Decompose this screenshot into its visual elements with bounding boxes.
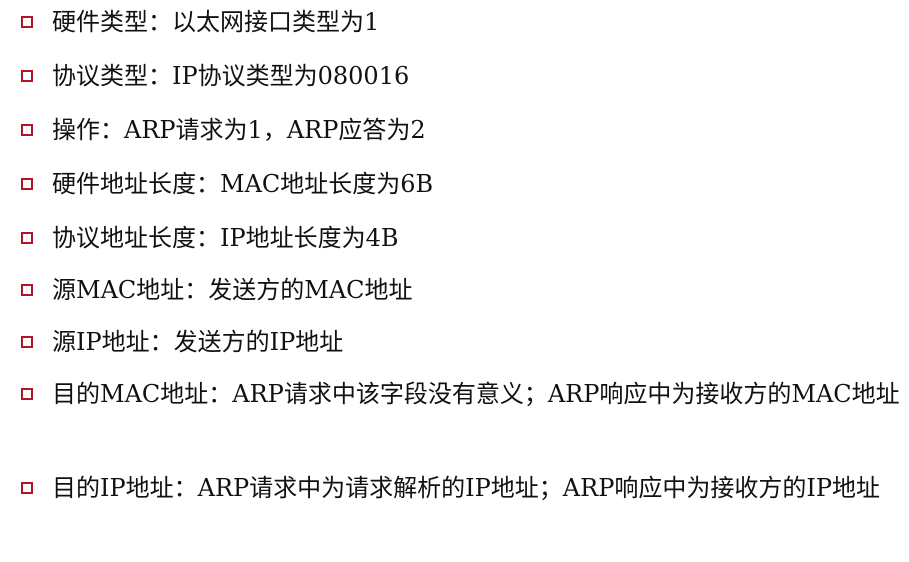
square-bullet-icon <box>21 178 33 190</box>
list-item-text: 源IP地址：发送方的IP地址 <box>52 328 344 356</box>
square-bullet-icon <box>21 16 33 28</box>
list-item-text: 目的IP地址：ARP请求中为请求解析的IP地址；ARP响应中为接收方的IP地址 <box>52 474 880 502</box>
list-item-text: 协议类型：IP协议类型为080016 <box>52 62 410 90</box>
square-bullet-icon <box>21 482 33 494</box>
list-item-text: 目的MAC地址：ARP请求中该字段没有意义；ARP响应中为接收方的MAC地址 <box>52 380 900 408</box>
square-bullet-icon <box>21 336 33 348</box>
square-bullet-icon <box>21 232 33 244</box>
list-item-text: 硬件类型：以太网接口类型为1 <box>52 8 380 36</box>
square-bullet-icon <box>21 70 33 82</box>
square-bullet-icon <box>21 124 33 136</box>
list-item-text: 操作：ARP请求为1，ARP应答为2 <box>52 116 426 144</box>
list-item-text: 协议地址长度：IP地址长度为4B <box>52 224 399 252</box>
square-bullet-icon <box>21 388 33 400</box>
square-bullet-icon <box>21 284 33 296</box>
list-item-text: 硬件地址长度：MAC地址长度为6B <box>52 170 434 198</box>
list-item-text: 源MAC地址：发送方的MAC地址 <box>52 276 413 304</box>
